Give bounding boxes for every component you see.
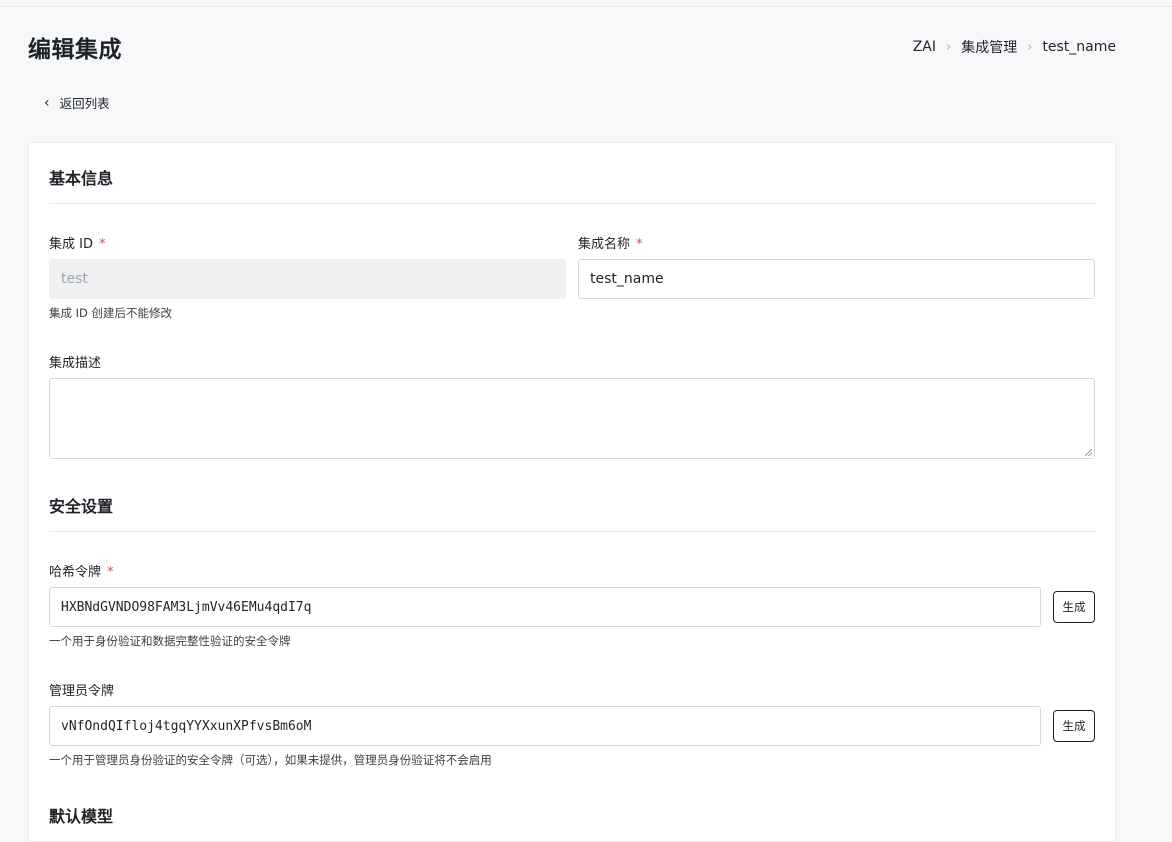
- section-title-basic-info: 基本信息: [49, 169, 114, 188]
- section-title-security: 安全设置: [49, 497, 114, 516]
- divider: [49, 203, 1096, 204]
- breadcrumb-item-integration-management[interactable]: 集成管理: [961, 37, 1017, 57]
- breadcrumb-item-zai[interactable]: ZAI: [913, 39, 936, 55]
- required-mark: *: [107, 565, 114, 580]
- integration-name-input[interactable]: test_name: [578, 259, 1095, 299]
- integration-description-label: 集成描述: [49, 356, 102, 371]
- required-mark: *: [98, 237, 106, 252]
- hash-token-hint: 一个用于身份验证和数据完整性验证的安全令牌: [49, 634, 291, 648]
- admin-token-input[interactable]: vNfOndQIfloj4tgqYYXxunXPfvsBm6oM: [49, 706, 1041, 746]
- back-to-list-label: 返回列表: [59, 96, 110, 111]
- integration-name-label: 集成名称 *: [578, 237, 643, 252]
- integration-id-label: 集成 ID *: [49, 237, 106, 252]
- edit-form-card: 基本信息 集成 ID * test 集成 ID 创建后不能修改 集成名称 * tes…: [28, 142, 1116, 842]
- admin-token-label: 管理员令牌: [49, 684, 115, 699]
- divider: [49, 531, 1096, 532]
- page-header: 编辑集成 ZAI › 集成管理 › test_name: [28, 30, 1116, 64]
- resize-handle-icon[interactable]: [1085, 449, 1092, 456]
- generate-hash-token-button[interactable]: 生成: [1053, 591, 1095, 623]
- chevron-right-icon: ›: [1027, 39, 1033, 55]
- required-mark: *: [636, 237, 643, 252]
- page-title: 编辑集成: [28, 37, 122, 63]
- breadcrumb-item-current: test_name: [1042, 39, 1116, 55]
- hash-token-label: 哈希令牌 *: [49, 565, 114, 580]
- integration-description-textarea[interactable]: [49, 378, 1095, 459]
- chevron-left-icon: ‹: [44, 94, 50, 111]
- breadcrumb: ZAI › 集成管理 › test_name: [913, 37, 1116, 57]
- admin-token-hint: 一个用于管理员身份验证的安全令牌（可选），如果未提供，管理员身份验证将不会启用: [49, 753, 492, 767]
- top-border: [0, 6, 1172, 7]
- integration-id-input: test: [49, 259, 566, 299]
- section-title-default-model: 默认模型: [49, 807, 114, 826]
- hash-token-input[interactable]: HXBNdGVNDO98FAM3LjmVv46EMu4qdI7q: [49, 587, 1041, 627]
- chevron-right-icon: ›: [946, 39, 952, 55]
- integration-id-hint: 集成 ID 创建后不能修改: [49, 306, 173, 320]
- back-to-list-link[interactable]: ‹ 返回列表: [44, 93, 110, 112]
- generate-admin-token-button[interactable]: 生成: [1053, 710, 1095, 742]
